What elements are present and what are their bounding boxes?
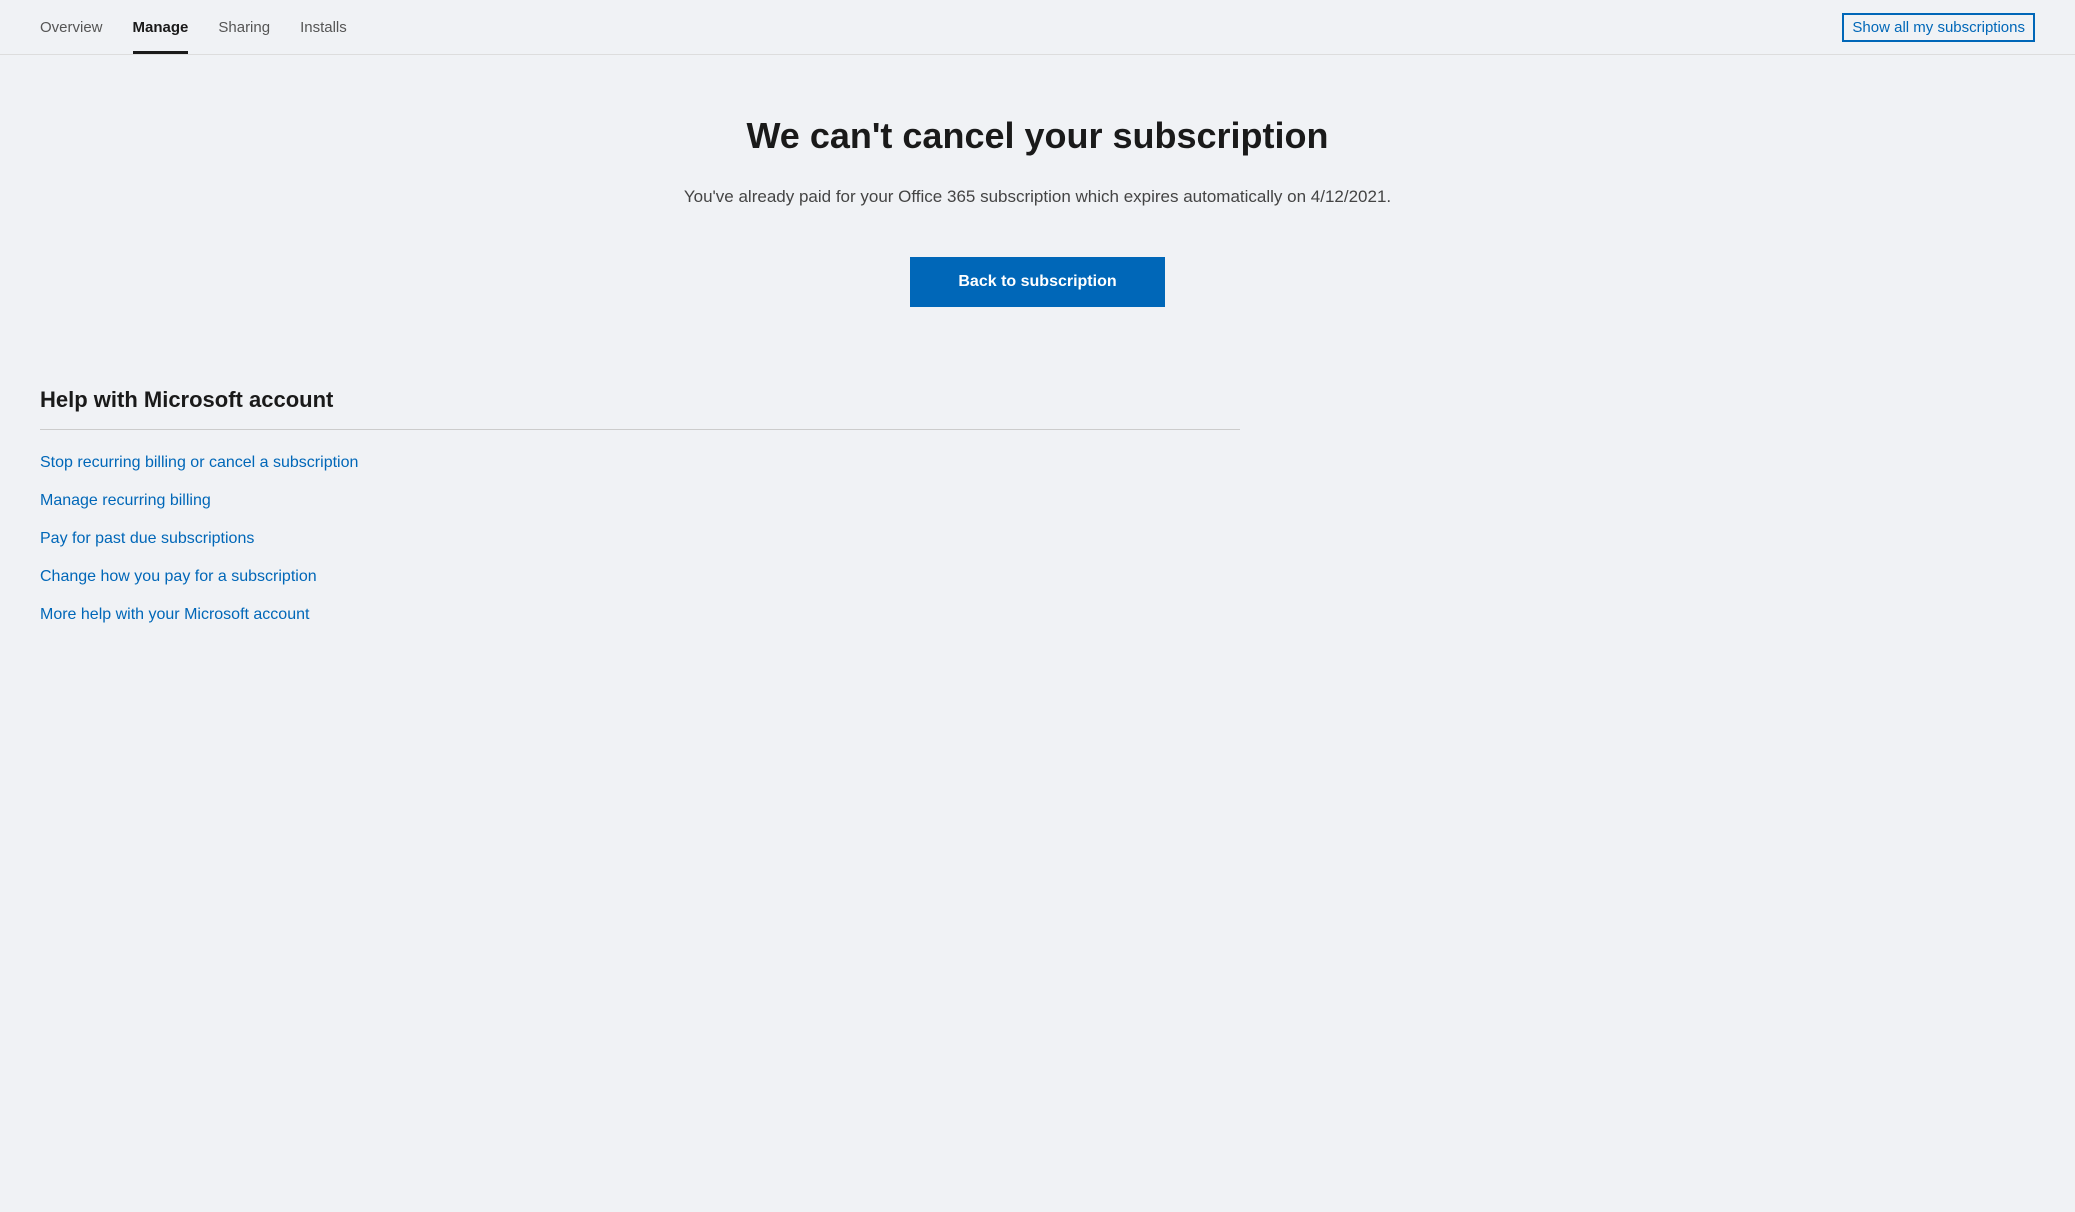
main-content: We can't cancel your subscription You've… xyxy=(0,55,2075,664)
help-divider xyxy=(40,429,1240,430)
help-links: Stop recurring billing or cancel a subsc… xyxy=(40,454,1240,624)
help-link-change-payment[interactable]: Change how you pay for a subscription xyxy=(40,568,1240,586)
tab-sharing[interactable]: Sharing xyxy=(218,0,270,54)
top-bar: Overview Manage Sharing Installs Show al… xyxy=(0,0,2075,55)
help-section: Help with Microsoft account Stop recurri… xyxy=(40,387,1240,624)
nav-tabs: Overview Manage Sharing Installs xyxy=(40,0,347,54)
back-to-subscription-button[interactable]: Back to subscription xyxy=(910,257,1164,307)
help-link-pay-past-due[interactable]: Pay for past due subscriptions xyxy=(40,530,1240,548)
tab-manage[interactable]: Manage xyxy=(133,0,189,54)
help-link-manage-recurring[interactable]: Manage recurring billing xyxy=(40,492,1240,510)
tab-installs[interactable]: Installs xyxy=(300,0,347,54)
help-link-stop-recurring[interactable]: Stop recurring billing or cancel a subsc… xyxy=(40,454,1240,472)
error-title: We can't cancel your subscription xyxy=(746,115,1328,157)
tab-overview[interactable]: Overview xyxy=(40,0,103,54)
show-all-subscriptions-link[interactable]: Show all my subscriptions xyxy=(1842,13,2035,42)
error-description: You've already paid for your Office 365 … xyxy=(684,187,1391,207)
help-section-title: Help with Microsoft account xyxy=(40,387,1240,413)
help-link-more-help[interactable]: More help with your Microsoft account xyxy=(40,606,1240,624)
